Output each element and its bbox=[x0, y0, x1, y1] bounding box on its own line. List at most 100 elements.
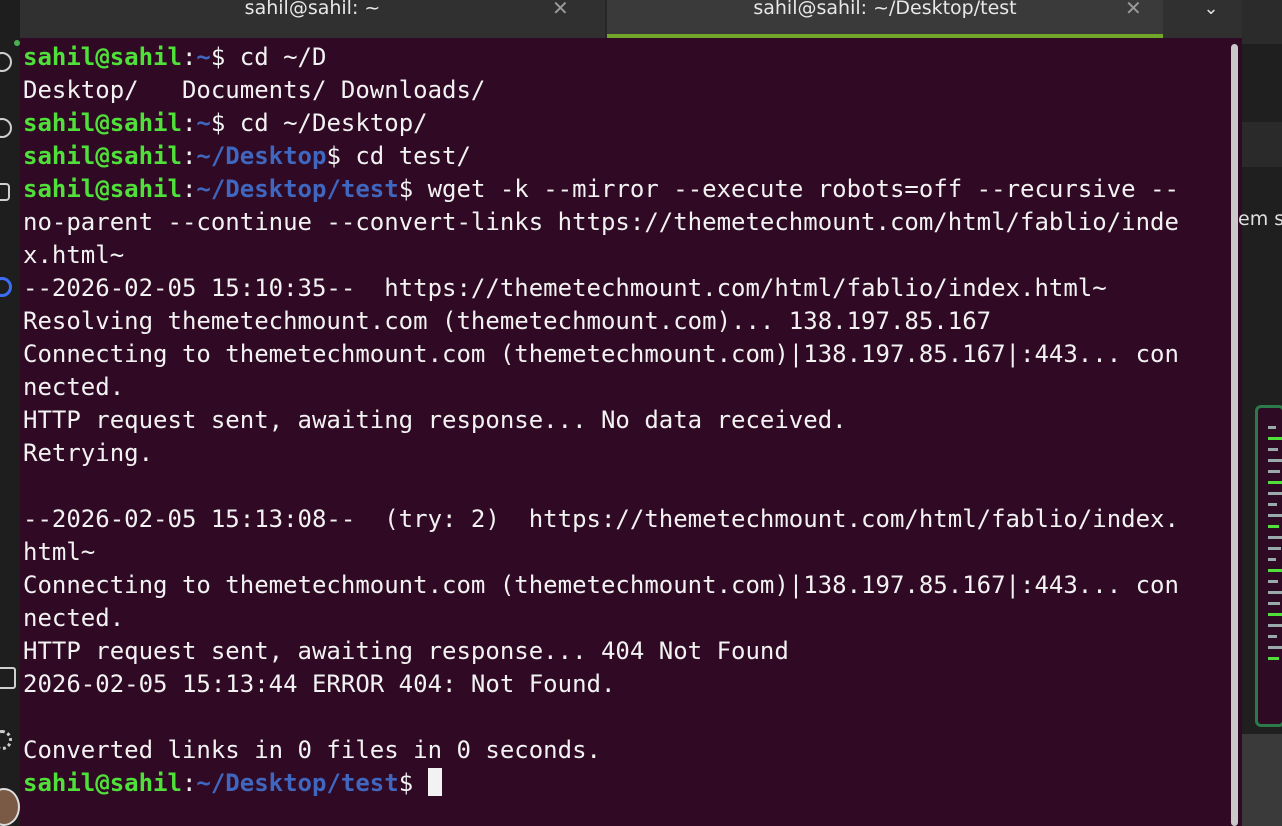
terminal-line: --2026-02-05 15:10:35-- https://themetec… bbox=[23, 272, 1228, 305]
chevron-down-icon[interactable]: ⌄ bbox=[1196, 0, 1226, 24]
terminal-output[interactable]: sahil@sahil:~$ cd ~/D Desktop/ Documents/… bbox=[20, 38, 1228, 826]
thumbnail-line bbox=[1268, 426, 1276, 429]
output-text: html~ bbox=[23, 538, 96, 566]
output-text: nected. bbox=[23, 604, 125, 632]
terminal-line: Retrying. bbox=[23, 437, 1228, 470]
output-text: HTTP request sent, awaiting response... … bbox=[23, 637, 789, 665]
thumbnail-line bbox=[1268, 481, 1282, 484]
output-text: : bbox=[181, 142, 197, 170]
prompt-user-host: sahil@sahil bbox=[23, 175, 182, 203]
terminal-line: html~ bbox=[23, 536, 1228, 569]
terminal-line: nected. bbox=[23, 602, 1228, 635]
terminal-line: sahil@sahil:~$ cd ~/D bbox=[23, 41, 1228, 74]
tab-title: sahil@sahil: ~ bbox=[244, 0, 381, 19]
prompt-user-host: sahil@sahil bbox=[23, 769, 182, 797]
thumbnail-line bbox=[1268, 569, 1282, 572]
tab-home[interactable]: sahil@sahil: ~ ✕ bbox=[20, 0, 605, 38]
background-toolbar: em s bbox=[1238, 122, 1282, 230]
thumbnail-line bbox=[1268, 547, 1281, 550]
avatar[interactable] bbox=[0, 788, 20, 826]
prompt-path: ~/Desktop/test bbox=[196, 175, 399, 203]
prompt-user-host: sahil@sahil bbox=[23, 43, 182, 71]
terminal-line: sahil@sahil:~/Desktop$ cd test/ bbox=[23, 140, 1228, 173]
output-text: $ cd ~/D bbox=[210, 43, 327, 71]
thumbnail-line bbox=[1268, 536, 1282, 539]
background-panel bbox=[1242, 734, 1282, 826]
chrome-icon[interactable] bbox=[0, 52, 12, 72]
terminal-line: Connecting to themetechmount.com (themet… bbox=[23, 338, 1228, 371]
terminal-line: sahil@sahil:~/Desktop/test$ wget -k --mi… bbox=[23, 173, 1228, 206]
output-text: $ cd test/ bbox=[326, 142, 471, 170]
users-icon[interactable] bbox=[0, 183, 10, 201]
thumbnail-line bbox=[1268, 470, 1280, 473]
output-text: Desktop/ Documents/ Downloads/ bbox=[23, 76, 486, 104]
prompt-user-host: sahil@sahil bbox=[23, 142, 182, 170]
output-text: : bbox=[181, 43, 197, 71]
output-text: Retrying. bbox=[23, 439, 154, 467]
terminal-line: Desktop/ Documents/ Downloads/ bbox=[23, 74, 1228, 107]
output-text: HTTP request sent, awaiting response... … bbox=[23, 406, 847, 434]
thumbnail-line bbox=[1268, 492, 1282, 495]
terminal-window: sahil@sahil: ~ ✕ sahil@sahil: ~/Desktop/… bbox=[20, 0, 1242, 826]
thumbnail-line bbox=[1268, 613, 1282, 616]
terminal-lines: sahil@sahil:~$ cd ~/D Desktop/ Documents/… bbox=[23, 41, 1228, 800]
dock bbox=[0, 0, 20, 826]
output-text: x.html~ bbox=[23, 241, 125, 269]
terminal-line: HTTP request sent, awaiting response... … bbox=[23, 404, 1228, 437]
thumbnail-line bbox=[1268, 602, 1280, 605]
thumbnail-line bbox=[1268, 448, 1278, 451]
output-text: Resolving themetechmount.com (themetechm… bbox=[23, 307, 992, 335]
output-text: Converted links in 0 files in 0 seconds. bbox=[23, 736, 601, 764]
thumbnail-line bbox=[1268, 591, 1282, 594]
output-text: Connecting to themetechmount.com (themet… bbox=[23, 571, 1179, 599]
thumbnail-line bbox=[1268, 503, 1277, 506]
tab-bar: sahil@sahil: ~ ✕ sahil@sahil: ~/Desktop/… bbox=[20, 0, 1242, 38]
scrollbar[interactable] bbox=[1228, 38, 1242, 826]
thumbnail-line bbox=[1268, 558, 1276, 561]
output-text: : bbox=[181, 109, 197, 137]
output-text: nected. bbox=[23, 373, 125, 401]
prompt-path: ~/Desktop bbox=[196, 142, 327, 170]
tab-desktop-test[interactable]: sahil@sahil: ~/Desktop/test ✕ bbox=[607, 0, 1163, 38]
thumbnail-line bbox=[1268, 657, 1279, 660]
monitor-icon[interactable] bbox=[0, 667, 16, 689]
output-text: no-parent --continue --convert-links htt… bbox=[23, 208, 1179, 236]
terminal-line: HTTP request sent, awaiting response... … bbox=[23, 635, 1228, 668]
prompt-path: ~ bbox=[196, 43, 211, 71]
output-text: --2026-02-05 15:10:35-- https://themetec… bbox=[23, 274, 1107, 302]
thumbnail-line bbox=[1268, 525, 1279, 528]
settings-icon[interactable] bbox=[0, 730, 12, 750]
output-text: : bbox=[181, 769, 197, 797]
output-text: $ cd ~/Desktop/ bbox=[210, 109, 428, 137]
terminal-line: Connecting to themetechmount.com (themet… bbox=[23, 569, 1228, 602]
output-text: --2026-02-05 15:13:08-- (try: 2) https:/… bbox=[23, 505, 1179, 533]
scrollbar-thumb[interactable] bbox=[1231, 44, 1238, 826]
thumbnail-line bbox=[1268, 624, 1282, 627]
thumbnail-line bbox=[1268, 580, 1278, 583]
disk-icon[interactable] bbox=[0, 118, 12, 138]
terminal-line: --2026-02-05 15:13:08-- (try: 2) https:/… bbox=[23, 503, 1228, 536]
terminal-line: x.html~ bbox=[23, 239, 1228, 272]
browser-icon[interactable] bbox=[0, 277, 12, 297]
prompt-path: ~/Desktop/test bbox=[196, 769, 399, 797]
terminal-line: sahil@sahil:~$ cd ~/Desktop/ bbox=[23, 107, 1228, 140]
terminal-line: Resolving themetechmount.com (themetechm… bbox=[23, 305, 1228, 338]
prompt-path: ~ bbox=[196, 109, 211, 137]
prompt-user-host: sahil@sahil bbox=[23, 109, 182, 137]
terminal-line: Converted links in 0 files in 0 seconds. bbox=[23, 734, 1228, 767]
thumbnail-line bbox=[1268, 437, 1282, 440]
output-text: $ wget -k --mirror --execute robots=off … bbox=[398, 175, 1179, 203]
output-text: $ bbox=[398, 769, 428, 797]
output-text: : bbox=[181, 175, 197, 203]
close-icon[interactable]: ✕ bbox=[1125, 0, 1142, 20]
close-icon[interactable]: ✕ bbox=[552, 0, 569, 20]
thumbnail-line bbox=[1268, 635, 1277, 638]
terminal-line: 2026-02-05 15:13:44 ERROR 404: Not Found… bbox=[23, 668, 1228, 701]
thumbnail-line bbox=[1268, 459, 1282, 462]
output-text: 2026-02-05 15:13:44 ERROR 404: Not Found… bbox=[23, 670, 616, 698]
background-window-text: em s bbox=[1238, 208, 1282, 230]
terminal-line: sahil@sahil:~/Desktop/test$ bbox=[23, 767, 1228, 800]
window-thumbnail[interactable] bbox=[1255, 405, 1282, 727]
